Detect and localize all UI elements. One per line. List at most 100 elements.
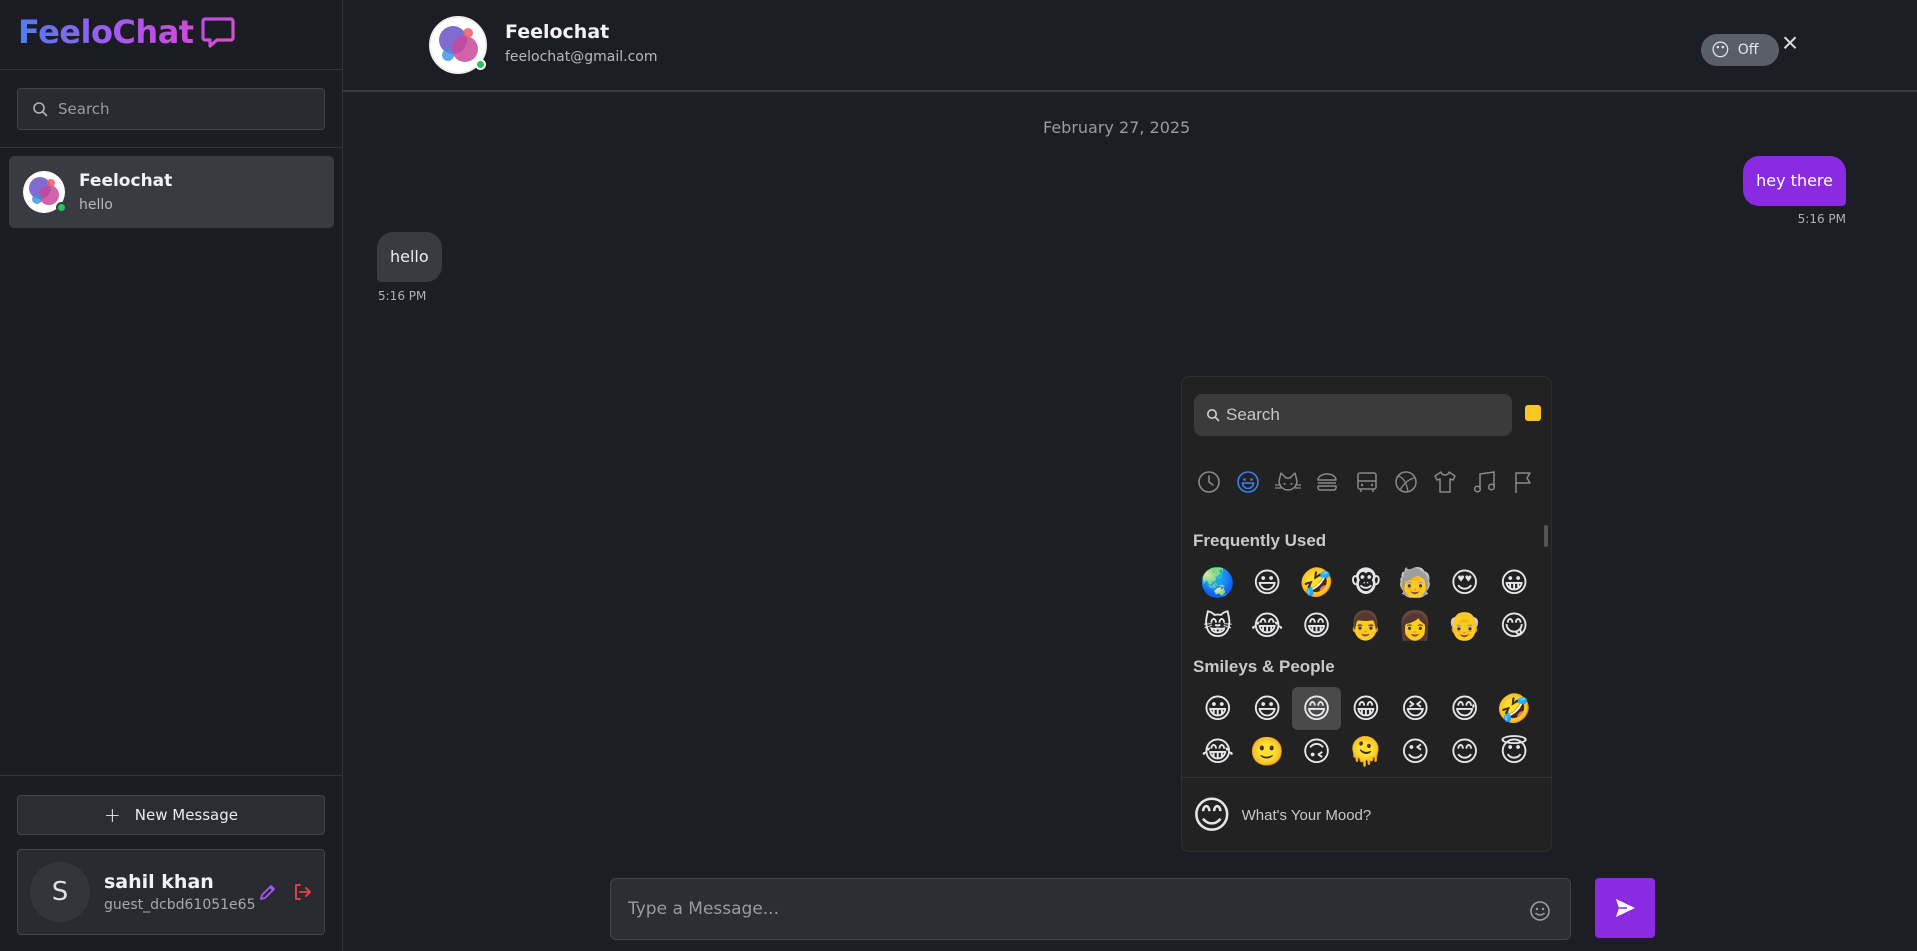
emoji-search[interactable] <box>1194 394 1512 436</box>
emoji-item[interactable]: 😘 <box>1341 773 1390 774</box>
emoji-picker: Frequently Used 🌏😃🤣🐵🧓😍😀😸😂😁👨👩👴😋 Smileys &… <box>1181 376 1552 852</box>
smileys-icon[interactable] <box>1233 467 1263 497</box>
flags-icon[interactable] <box>1509 467 1539 497</box>
message-input[interactable] <box>628 899 1508 919</box>
online-indicator <box>56 202 67 213</box>
emoji-item[interactable]: 🙃 <box>1292 730 1341 773</box>
emoji-scrollbar[interactable] <box>1544 525 1548 547</box>
conversation-last-message: hello <box>79 197 113 213</box>
message-outgoing: hey there <box>1743 156 1846 206</box>
user-card: S sahil khan guest_dcbd61051e65 <box>17 849 325 935</box>
emoji-item[interactable]: 😁 <box>1341 687 1390 730</box>
recent-icon[interactable] <box>1194 467 1224 497</box>
skin-tone-button[interactable] <box>1525 405 1541 421</box>
edit-pencil-icon[interactable] <box>258 882 278 902</box>
emoji-item[interactable]: 😉 <box>1391 730 1440 773</box>
search-icon <box>33 102 48 117</box>
sidebar-divider-bottom <box>0 775 343 776</box>
date-separator: February 27, 2025 <box>1043 118 1191 137</box>
close-icon[interactable]: × <box>1775 27 1805 58</box>
sidebar-divider-search <box>0 147 343 148</box>
mood-toggle-label: Off <box>1737 42 1759 58</box>
send-icon <box>1616 899 1635 917</box>
objects-icon[interactable] <box>1430 467 1460 497</box>
emoji-item[interactable]: 🐵 <box>1341 561 1390 604</box>
user-avatar: S <box>30 862 90 922</box>
sidebar-search-input[interactable] <box>58 100 308 118</box>
preview-text: What's Your Mood? <box>1241 807 1372 824</box>
emoji-item[interactable]: 👴 <box>1440 604 1489 647</box>
conversation-name: Feelochat <box>79 171 173 191</box>
emoji-item[interactable]: 👨 <box>1341 604 1390 647</box>
message-incoming: hello <box>377 232 442 282</box>
message-time: 5:16 PM <box>1797 212 1846 226</box>
emoji-item[interactable]: 😚 <box>1489 773 1538 774</box>
emoji-item[interactable]: 😄 <box>1291 687 1342 730</box>
emoji-item[interactable]: 😸 <box>1193 604 1242 647</box>
emoji-grid-smileys: 😀😃😄😁😆😅🤣 😂🙂🙃🫠😉😊😇 🥰😍🤩😘😗☺️😚 <box>1182 687 1551 774</box>
emoji-item[interactable]: 🤩 <box>1292 773 1341 774</box>
neutral-face-icon: 😶 <box>1711 39 1730 61</box>
send-button[interactable] <box>1595 878 1655 938</box>
emoji-item[interactable]: 🙂 <box>1242 730 1291 773</box>
emoji-item[interactable]: 😍 <box>1242 773 1291 774</box>
animals-icon[interactable] <box>1273 467 1303 497</box>
emoji-item[interactable]: 🧓 <box>1391 561 1440 604</box>
app-logo[interactable]: FeeloChat <box>18 12 236 52</box>
emoji-item[interactable]: 😆 <box>1391 687 1440 730</box>
travel-icon[interactable] <box>1352 467 1382 497</box>
app-brand: FeeloChat <box>18 13 194 51</box>
activity-icon[interactable] <box>1391 467 1421 497</box>
logout-icon[interactable] <box>292 882 312 902</box>
mood-toggle[interactable]: 😶 Off <box>1701 34 1779 66</box>
emoji-category-bar <box>1194 467 1539 497</box>
emoji-item[interactable]: ☺️ <box>1440 773 1489 774</box>
emoji-list[interactable]: Frequently Used 🌏 😃 🤣 🐵 🧓 😍 😀 😸 😂 😁 👨 👩 👴 😋 Smileys &… <box>1182 521 1551 774</box>
emoji-search-input[interactable] <box>1226 405 1506 425</box>
emoji-item[interactable]: 🤣 <box>1292 561 1341 604</box>
emoji-section-title: Frequently Used <box>1193 531 1327 550</box>
emoji-item[interactable]: 🥰 <box>1193 773 1242 774</box>
message-time: 5:16 PM <box>378 289 427 303</box>
emoji-item[interactable]: 😊 <box>1440 730 1489 773</box>
emoji-item[interactable]: 😃 <box>1242 687 1291 730</box>
emoji-item[interactable]: 😀 <box>1193 687 1242 730</box>
emoji-item[interactable]: 😂 <box>1242 604 1291 647</box>
emoji-item[interactable]: 😗 <box>1391 773 1440 774</box>
sidebar: FeeloChat Feelochat hello + New Messag <box>0 0 343 951</box>
emoji-toggle-icon[interactable] <box>1528 899 1552 923</box>
emoji-item[interactable]: 😁 <box>1292 604 1341 647</box>
contact-name: Feelochat <box>505 21 610 43</box>
preview-emoji: 😊 <box>1192 795 1232 837</box>
avatar <box>23 171 67 213</box>
emoji-item[interactable]: 🤣 <box>1489 687 1538 730</box>
food-icon[interactable] <box>1312 467 1342 497</box>
online-indicator <box>475 59 486 70</box>
emoji-section-title: Smileys & People <box>1193 657 1335 676</box>
emoji-item[interactable]: 😅 <box>1440 687 1489 730</box>
conversation-item[interactable]: Feelochat hello <box>9 156 334 228</box>
emoji-grid-frequent: 🌏 😃 🤣 🐵 🧓 😍 😀 😸 😂 😁 👨 👩 👴 😋 <box>1182 561 1551 647</box>
user-id: guest_dcbd61051e65 <box>104 897 256 913</box>
search-icon <box>1207 409 1220 422</box>
emoji-item[interactable]: 🫠 <box>1341 730 1390 773</box>
chat-header: Feelochat feelochat@gmail.com 😶 Off × <box>343 0 1917 92</box>
emoji-item[interactable]: 😂 <box>1193 730 1242 773</box>
sidebar-search[interactable] <box>17 88 325 130</box>
contact-avatar[interactable] <box>429 16 487 74</box>
emoji-item[interactable]: 😋 <box>1489 604 1538 647</box>
emoji-item[interactable]: 😇 <box>1489 730 1538 773</box>
plus-icon: + <box>104 803 121 827</box>
new-message-button[interactable]: + New Message <box>17 795 325 835</box>
message-composer <box>610 878 1571 940</box>
emoji-item[interactable]: 😀 <box>1489 561 1538 604</box>
sidebar-divider-top <box>0 69 343 70</box>
contact-email: feelochat@gmail.com <box>505 49 658 65</box>
symbols-icon[interactable] <box>1470 467 1500 497</box>
emoji-item[interactable]: 🌏 <box>1193 561 1242 604</box>
emoji-item[interactable]: 👩 <box>1391 604 1440 647</box>
emoji-item[interactable]: 😍 <box>1440 561 1489 604</box>
chat-bubble-icon <box>200 17 235 48</box>
new-message-label: New Message <box>134 806 238 824</box>
emoji-item[interactable]: 😃 <box>1242 561 1291 604</box>
